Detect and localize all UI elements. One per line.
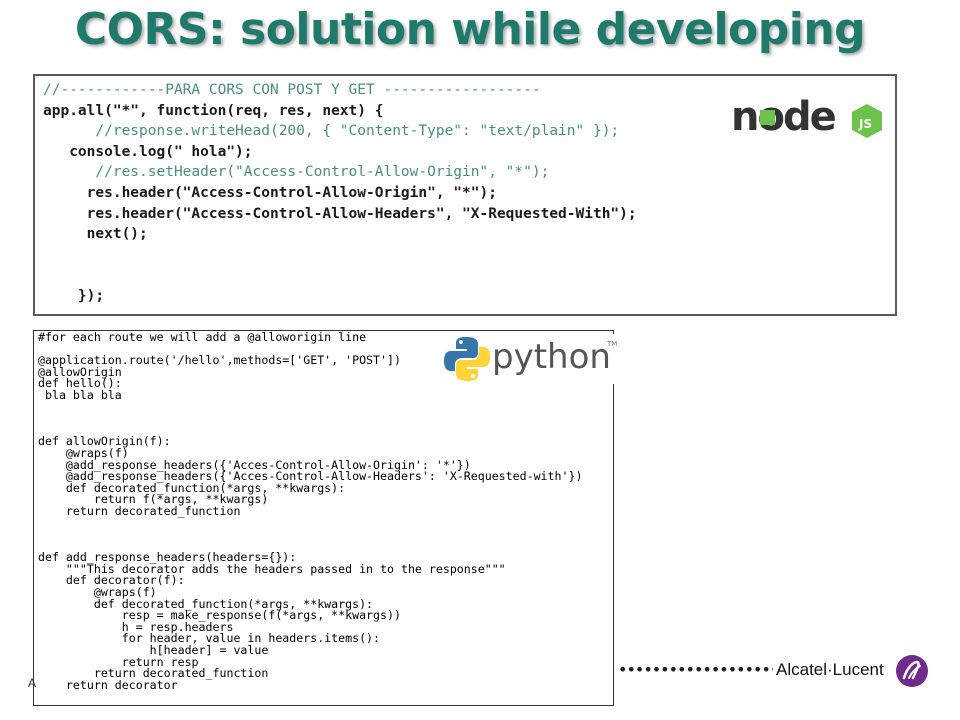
- slide-title: CORS: solution while developing: [74, 4, 866, 55]
- code-line: next();: [43, 226, 148, 243]
- python-logo-icon: python TM: [440, 334, 620, 384]
- python-logo-text: python: [492, 337, 611, 377]
- code-line: bla bla bla: [38, 387, 122, 402]
- code-comment: //------------PARA CORS CON POST Y GET -…: [43, 82, 541, 98]
- nodejs-logo-icon: node JS: [731, 94, 882, 140]
- alcatel-lucent-logo-icon: [896, 655, 928, 687]
- code-line: });: [43, 287, 105, 304]
- code-line: return decorator: [38, 677, 178, 692]
- python-snakes-icon: [444, 337, 490, 381]
- code-line: res.header("Access-Control-Allow-Origin"…: [43, 184, 497, 201]
- code-line: return decorated_function: [38, 503, 241, 518]
- code-comment: //response.writeHead(200, { "Content-Typ…: [43, 123, 620, 140]
- footer-dotted-rule: ••••••••••••••••••••••••••••: [618, 660, 773, 679]
- python-code-block: #for each route we will add a @alloworig…: [38, 331, 582, 692]
- python-trademark: TM: [607, 340, 618, 348]
- code-line: res.header("Access-Control-Allow-Headers…: [43, 205, 637, 222]
- nodejs-code-block: //------------PARA CORS CON POST Y GET -…: [43, 80, 637, 307]
- nodejs-js-badge: JS: [858, 117, 872, 131]
- code-line: //------------PARA CORS CON POST Y GET -…: [43, 80, 637, 101]
- code-line: console.log(" hola");: [43, 143, 253, 160]
- code-line: app.all("*", function(req, res, next) {: [43, 102, 384, 119]
- nodejs-logo-text: node: [731, 94, 836, 140]
- code-line: //response.writeHead(200, { "Content-Typ…: [43, 121, 637, 142]
- nodejs-code-panel: //------------PARA CORS CON POST Y GET -…: [33, 74, 897, 316]
- footer-left-fragment: A: [28, 676, 37, 690]
- code-line: //res.setHeader("Access-Control-Allow-Or…: [43, 162, 637, 183]
- footer-brand-name: Alcatel·Lucent: [776, 660, 884, 679]
- python-code-panel: #for each route we will add a @alloworig…: [33, 330, 614, 706]
- code-comment: //res.setHeader("Access-Control-Allow-Or…: [43, 164, 550, 181]
